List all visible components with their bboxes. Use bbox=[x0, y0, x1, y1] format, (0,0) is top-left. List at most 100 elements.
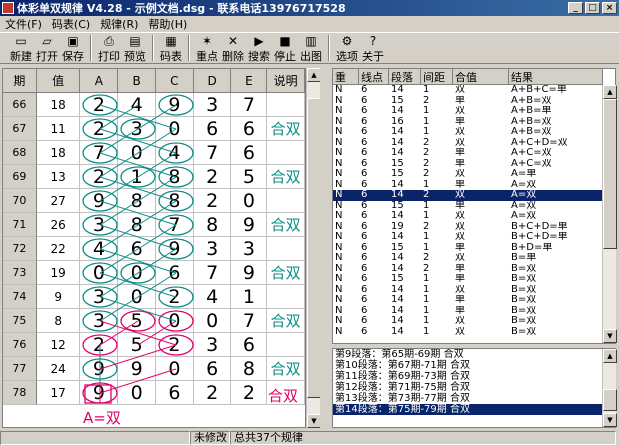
toolbar-button-7[interactable]: ✕ 删除 bbox=[220, 33, 246, 63]
rules-row[interactable]: N 6 14 1 双 A+B+C=单 bbox=[333, 85, 615, 96]
menu-file[interactable]: 文件(F) bbox=[0, 16, 47, 32]
rules-cell: 2 bbox=[423, 263, 430, 274]
rules-header-cell[interactable]: 重 bbox=[333, 69, 359, 85]
options-icon: ⚙ bbox=[341, 34, 353, 48]
rules-cell: 6 bbox=[361, 295, 368, 305]
rules-row[interactable]: N 6 19 2 双 B+C+D=单 bbox=[333, 222, 615, 233]
rules-row[interactable]: N 6 15 2 单 A+B=双 bbox=[333, 96, 615, 107]
rules-cell: 1 bbox=[423, 200, 430, 211]
segment-item[interactable]: 第14段落：第75期-79期 合双 bbox=[333, 404, 615, 415]
rules-cell: 双 bbox=[455, 211, 465, 221]
toolbar-button-8[interactable]: ▶ 搜索 bbox=[246, 33, 272, 63]
rules-cell: 1 bbox=[423, 284, 430, 295]
segment-scroll-down-icon[interactable]: ▼ bbox=[603, 413, 617, 427]
scroll-down-icon[interactable]: ▼ bbox=[307, 414, 321, 428]
rules-header-cell[interactable]: 结果 bbox=[509, 69, 603, 85]
toolbar-button-2[interactable]: ▣ 保存 bbox=[60, 33, 86, 63]
rules-row[interactable]: N 6 14 1 单 B=双 bbox=[333, 306, 615, 317]
rules-cell: 单 bbox=[455, 295, 465, 305]
rules-cell: 1 bbox=[423, 316, 430, 326]
rules-row[interactable]: N 6 14 1 单 B=双 bbox=[333, 295, 615, 306]
rules-row[interactable]: N 6 15 1 单 A=双 bbox=[333, 201, 615, 212]
grid-scrollbar[interactable]: ▲ ▼ bbox=[306, 68, 321, 428]
toolbar-button-3[interactable]: ⎙ 打印 bbox=[96, 33, 122, 63]
segment-item[interactable]: 第9段落：第65期-69期 合双 bbox=[333, 349, 615, 360]
rules-row[interactable]: N 6 14 2 双 B=单 bbox=[333, 253, 615, 264]
rules-row[interactable]: N 6 16 1 单 A+B=双 bbox=[333, 117, 615, 128]
rules-cell: A=双 bbox=[511, 190, 537, 200]
rules-cell: 15 bbox=[391, 274, 404, 284]
minimize-icon[interactable]: _ bbox=[568, 2, 583, 14]
menu-help[interactable]: 帮助(H) bbox=[143, 16, 192, 32]
close-icon[interactable]: × bbox=[602, 2, 617, 14]
segment-item[interactable]: 第10段落：第67期-71期 合双 bbox=[333, 360, 615, 371]
rules-row[interactable]: N 6 15 1 单 B+D=单 bbox=[333, 243, 615, 254]
rules-row[interactable]: N 6 14 2 单 A+C=双 bbox=[333, 148, 615, 159]
rules-row[interactable]: N 6 14 2 双 A=双 bbox=[333, 190, 615, 201]
rules-row[interactable]: N 6 14 1 双 B=双 bbox=[333, 316, 615, 327]
rules-row[interactable]: N 6 14 2 双 A+C+D=双 bbox=[333, 138, 615, 149]
panel-splitter[interactable] bbox=[320, 68, 332, 428]
rules-cell: 2 bbox=[423, 190, 430, 200]
rules-cell: 6 bbox=[361, 95, 368, 106]
rules-cell: 15 bbox=[391, 242, 404, 253]
rules-cell: 6 bbox=[361, 190, 368, 200]
maximize-icon[interactable]: □ bbox=[585, 2, 600, 14]
trend-line bbox=[99, 320, 177, 346]
rules-cell: 14 bbox=[391, 179, 404, 190]
rules-row[interactable]: N 6 14 1 双 B+C+D=单 bbox=[333, 232, 615, 243]
open-folder-icon: ▱ bbox=[42, 34, 52, 48]
rules-cell: 双 bbox=[455, 284, 465, 295]
rules-row[interactable]: N 6 14 1 双 B=双 bbox=[333, 327, 615, 338]
segment-scroll-thumb[interactable] bbox=[603, 389, 617, 411]
toolbar-button-11[interactable]: ⚙ 选项 bbox=[334, 33, 360, 63]
segment-scroll-up-icon[interactable]: ▲ bbox=[603, 349, 617, 363]
rules-scrollbar[interactable]: ▲ ▼ bbox=[602, 85, 617, 343]
toolbar-button-12[interactable]: ? 关于 bbox=[360, 33, 386, 63]
rules-header-cell[interactable]: 段落 bbox=[389, 69, 421, 85]
toolbar-button-1[interactable]: ▱ 打开 bbox=[34, 33, 60, 63]
rules-row[interactable]: N 6 14 1 双 A=双 bbox=[333, 211, 615, 222]
rules-cell: 6 bbox=[361, 137, 368, 148]
rules-row[interactable]: N 6 14 2 单 B=双 bbox=[333, 264, 615, 275]
rules-cell: N bbox=[335, 85, 343, 95]
rules-header-cell[interactable]: 线点 bbox=[359, 69, 389, 85]
trend-line bbox=[99, 272, 139, 298]
segment-item[interactable]: 第12段落：第71期-75期 合双 bbox=[333, 382, 615, 393]
toolbar-button-5[interactable]: ▦ 码表 bbox=[158, 33, 184, 63]
rules-header-cell[interactable]: 合值 bbox=[453, 69, 509, 85]
rules-scroll-down-icon[interactable]: ▼ bbox=[603, 329, 617, 343]
toolbar-label: 新建 bbox=[10, 50, 32, 63]
rules-cell: 1 bbox=[423, 211, 430, 221]
rules-row[interactable]: N 6 14 1 双 A+B=单 bbox=[333, 106, 615, 117]
toolbar-button-9[interactable]: ■ 停止 bbox=[272, 33, 298, 63]
rules-row[interactable]: N 6 15 2 双 A=单 bbox=[333, 169, 615, 180]
rules-row[interactable]: N 6 14 1 单 A=双 bbox=[333, 180, 615, 191]
scroll-up-icon[interactable]: ▲ bbox=[307, 68, 321, 82]
rules-header-cell[interactable]: 间距 bbox=[421, 69, 453, 85]
rules-scroll-up-icon[interactable]: ▲ bbox=[603, 85, 617, 99]
segment-item[interactable]: 第11段落：第69期-73期 合双 bbox=[333, 371, 615, 382]
rules-row[interactable]: N 6 14 1 双 A+B=双 bbox=[333, 127, 615, 138]
rules-row[interactable]: N 6 15 2 单 A+C=双 bbox=[333, 159, 615, 170]
menu-rules[interactable]: 规律(R) bbox=[95, 16, 143, 32]
scroll-thumb[interactable] bbox=[307, 98, 321, 398]
toolbar-button-10[interactable]: ▥ 出图 bbox=[298, 33, 324, 63]
rules-row[interactable]: N 6 15 1 单 B=双 bbox=[333, 274, 615, 285]
rules-cell: 14 bbox=[391, 295, 404, 305]
rules-cell: 单 bbox=[455, 179, 465, 190]
rules-row[interactable]: N 6 14 1 双 B=双 bbox=[333, 285, 615, 296]
rules-cell: N bbox=[335, 274, 343, 284]
toolbar-button-0[interactable]: ▭ 新建 bbox=[8, 33, 34, 63]
toolbar-button-4[interactable]: ▤ 预览 bbox=[122, 33, 148, 63]
rules-scroll-thumb[interactable] bbox=[603, 99, 617, 249]
segment-item[interactable]: 第13段落：第73期-77期 合双 bbox=[333, 393, 615, 404]
rules-cell: A=双 bbox=[511, 179, 537, 190]
rules-cell: B+C+D=单 bbox=[511, 232, 568, 242]
segment-scrollbar[interactable]: ▲ ▼ bbox=[602, 349, 617, 427]
title-bar[interactable]: 体彩单双规律 V4.28 - 示例文档.dsg - 联系电话1397671752… bbox=[0, 0, 619, 16]
menu-code-table[interactable]: 码表(C) bbox=[47, 16, 95, 32]
trend-line bbox=[137, 152, 177, 178]
toolbar-button-6[interactable]: ✶ 重点 bbox=[194, 33, 220, 63]
rules-cell: 14 bbox=[391, 106, 404, 116]
